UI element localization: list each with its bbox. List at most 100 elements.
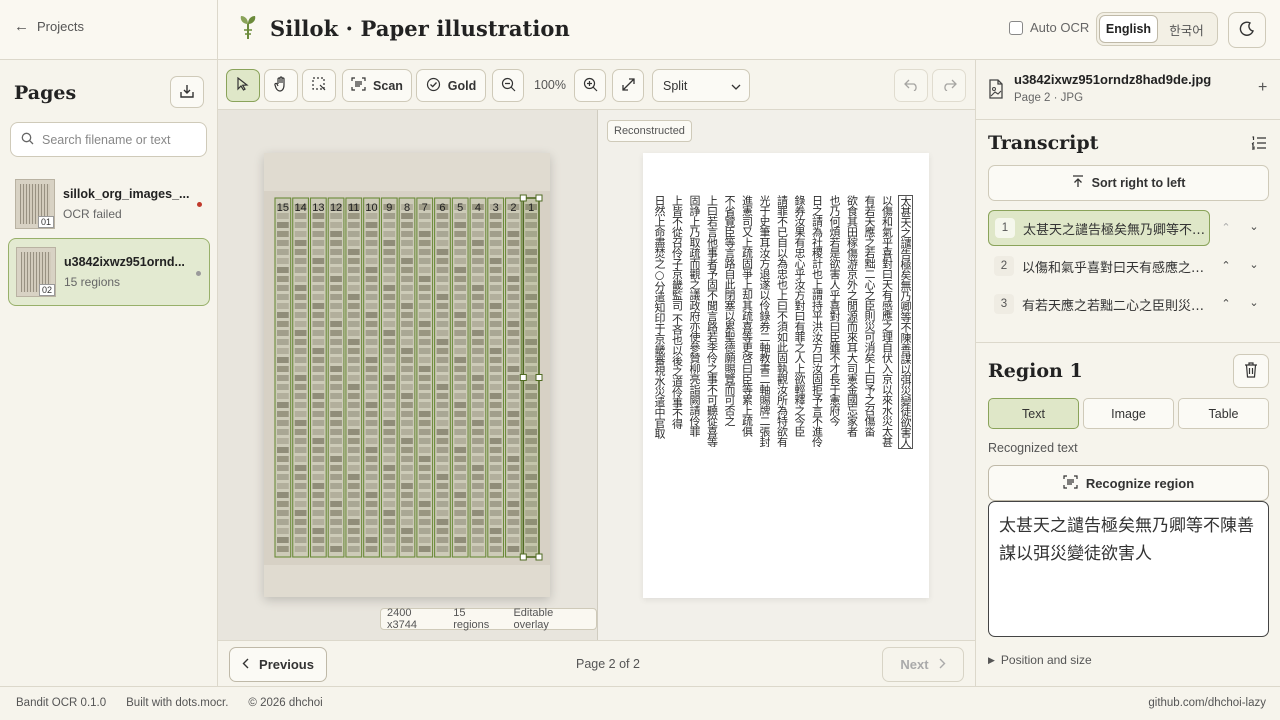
move-up-chevron-icon[interactable]: ⌃: [1218, 259, 1234, 272]
region-select-tool-button[interactable]: [302, 69, 336, 102]
reconstructed-column: 以傷和氣乎喜對曰天有感應之理自伏入京以來水災太甚: [880, 195, 894, 447]
reconstructed-column: 欲食其田稼傷游京外之閒源而來耳大司憲金國忘家者: [845, 195, 859, 437]
search-input[interactable]: [42, 132, 202, 147]
region-label: 4: [475, 202, 481, 214]
resize-handle[interactable]: [519, 194, 527, 202]
reconstructed-column: 日之請為社稷計也上謂持平洪汝方曰汝固拒予言不進伶: [810, 195, 824, 447]
reconstructed-column: 請罪不已自以為忠也上曰不須如此固執觀汝所為特欲有: [775, 195, 789, 447]
search-box[interactable]: [10, 122, 207, 157]
position-size-toggle[interactable]: ▶ Position and size: [988, 653, 1092, 667]
resize-handle[interactable]: [519, 374, 527, 381]
region-label: 5: [457, 202, 463, 214]
zoom-out-button[interactable]: [492, 69, 524, 102]
tab-image[interactable]: Image: [1083, 398, 1174, 429]
undo-button[interactable]: [894, 69, 928, 102]
recognize-region-button[interactable]: Recognize region: [988, 465, 1269, 501]
page-name: u3842ixwz951ornd...: [64, 255, 185, 269]
region-box-11[interactable]: [345, 197, 363, 558]
region-label: 3: [493, 202, 499, 214]
region-label: 11: [348, 202, 359, 214]
page-indicator: Page 2 of 2: [576, 657, 640, 671]
plus-icon[interactable]: +: [1258, 79, 1267, 97]
status-dot: [196, 271, 201, 276]
move-down-chevron-icon[interactable]: ⌄: [1246, 296, 1262, 309]
resize-handle[interactable]: [535, 374, 543, 381]
resize-handle[interactable]: [519, 553, 527, 561]
region-label: 8: [404, 202, 410, 214]
reconstructed-column: 不省覽臣等言路自此閉塞以累聖德願賜覽而可否之: [723, 195, 736, 426]
back-to-projects-link[interactable]: ← Projects: [14, 18, 84, 35]
language-korean-button[interactable]: 한국어: [1158, 15, 1215, 43]
page-item-2[interactable]: 02 u3842ixwz951ornd... 15 regions: [8, 238, 210, 306]
page-item-1[interactable]: 01 sillok_org_images_... OCR failed: [8, 170, 210, 238]
redo-icon: [942, 78, 957, 94]
delete-region-button[interactable]: [1233, 354, 1269, 388]
built-with[interactable]: Built with dots.mocr.: [126, 697, 228, 709]
view-mode-select[interactable]: Split: [652, 69, 750, 102]
transcript-line-1[interactable]: 1 太甚天之譴告極矣無乃卿等不陳善謀以弭災變徒欲害人: [988, 210, 1210, 246]
resize-handle[interactable]: [535, 553, 543, 561]
redo-button[interactable]: [932, 69, 966, 102]
top-bar: ← Projects Sillok · Paper illustration A…: [0, 0, 1280, 60]
arrow-up-to-line-icon: [1072, 175, 1084, 191]
region-box-12[interactable]: [327, 197, 345, 558]
recognized-text-area[interactable]: 太甚天之譴告極矣無乃卿等不陳善謀以弭災變徒欲害人: [988, 501, 1269, 637]
search-icon: [21, 132, 34, 148]
zoom-in-button[interactable]: [574, 69, 606, 102]
region-overlay[interactable]: 15 14 13 12 11 10 9 8 7 6 5 4 3 2 1: [264, 153, 550, 597]
fit-screen-button[interactable]: [612, 69, 644, 102]
region-box-7[interactable]: [416, 197, 434, 558]
transcript-line-3[interactable]: 3 有若天應之若黜二心之臣則災可消矣上曰予之召傷畓: [988, 286, 1210, 322]
move-down-chevron-icon[interactable]: ⌄: [1246, 220, 1262, 233]
file-name: u3842ixwz951orndz8had9de.jpg: [1014, 72, 1212, 87]
brand: Sillok · Paper illustration: [238, 14, 570, 43]
overlay-mode: Editable overlay: [513, 607, 554, 631]
region-box-10[interactable]: [363, 197, 380, 558]
line-number: 1: [995, 218, 1015, 238]
app-version: Bandit OCR 0.1.0: [16, 697, 107, 709]
pager: Previous Page 2 of 2 Next: [218, 640, 975, 686]
region-box-5[interactable]: [451, 197, 469, 558]
reconstructed-column: 也乃何煩若是欲害人乎喜對曰臣雖不才長于憲府今: [828, 195, 841, 426]
tab-table[interactable]: Table: [1178, 398, 1269, 429]
auto-ocr-toggle[interactable]: Auto OCR: [1009, 20, 1089, 35]
numbered-list-icon[interactable]: [1251, 136, 1267, 153]
reconstructed-label: Reconstructed: [607, 120, 692, 142]
scan-label: Scan: [373, 78, 403, 93]
language-english-button[interactable]: English: [1099, 15, 1158, 43]
move-up-chevron-icon[interactable]: ⌃: [1218, 221, 1234, 234]
region-box-6[interactable]: [434, 197, 451, 558]
region-box-4[interactable]: [469, 197, 487, 558]
gold-button[interactable]: Gold: [416, 69, 486, 102]
chevron-right-icon: [939, 657, 946, 672]
region-box-14[interactable]: [292, 197, 310, 558]
region-label: 9: [386, 202, 392, 214]
region-box-15[interactable]: [274, 197, 292, 558]
scan-button[interactable]: Scan: [342, 69, 412, 102]
image-file-icon: [988, 79, 1004, 102]
download-button[interactable]: [170, 76, 204, 108]
reconstructed-column: 固諍上乃取疏而觀之議政府亦使參贊柳亮詣闕請伶罪: [688, 195, 701, 437]
tab-text[interactable]: Text: [988, 398, 1079, 429]
region-label: 1: [528, 202, 534, 214]
auto-ocr-checkbox[interactable]: [1009, 20, 1023, 35]
select-tool-button[interactable]: [226, 69, 260, 102]
region-box-2[interactable]: [504, 197, 522, 558]
region-box-13[interactable]: [309, 197, 327, 558]
move-up-chevron-icon[interactable]: ⌃: [1218, 297, 1234, 310]
resize-handle[interactable]: [535, 194, 543, 202]
image-canvas[interactable]: 15 14 13 12 11 10 9 8 7 6 5 4 3 2 1 2400 x3744 15 regi…: [218, 110, 598, 640]
sort-right-to-left-button[interactable]: Sort right to left: [988, 165, 1269, 201]
transcript-line-2[interactable]: 2 以傷和氣乎喜對曰天有感應之理自伏入京以來水災太甚: [988, 248, 1210, 284]
zoom-in-icon: [583, 77, 598, 95]
region-box-9[interactable]: [380, 197, 398, 558]
next-page-button[interactable]: Next: [882, 647, 964, 682]
pan-tool-button[interactable]: [264, 69, 298, 102]
move-down-chevron-icon[interactable]: ⌄: [1246, 258, 1262, 271]
previous-page-button[interactable]: Previous: [229, 647, 327, 682]
region-box-3[interactable]: [487, 197, 505, 558]
region-box-8[interactable]: [398, 197, 416, 558]
github-link[interactable]: github.com/dhchoi-lazy: [1148, 697, 1266, 709]
page-status: 15 regions: [64, 275, 121, 289]
theme-toggle-button[interactable]: [1228, 12, 1266, 48]
